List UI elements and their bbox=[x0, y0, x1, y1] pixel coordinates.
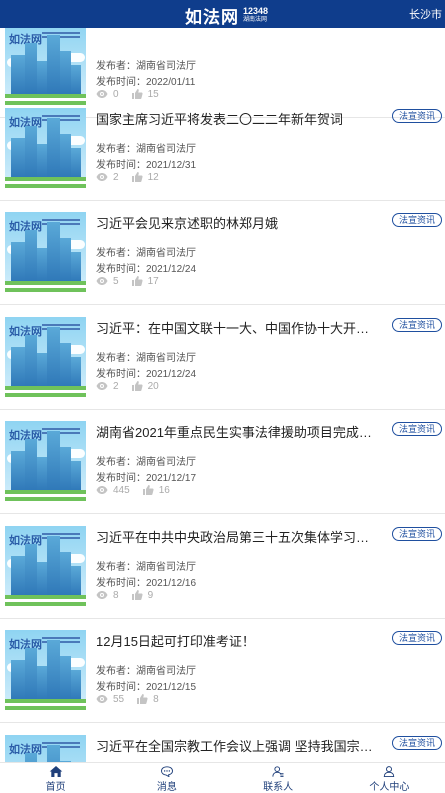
city-selector[interactable]: 长沙市 bbox=[409, 6, 442, 22]
view-icon bbox=[96, 591, 108, 599]
article-title[interactable]: 湖南省2021年重点民生实事法律援助项目完成情况通报 bbox=[96, 422, 380, 441]
article-date: 发布时间：2021/12/31 bbox=[96, 160, 197, 171]
view-icon bbox=[96, 382, 108, 390]
like-count: 20 bbox=[147, 380, 159, 392]
article-stats: 2 20 bbox=[96, 380, 159, 392]
like-count: 9 bbox=[147, 589, 154, 601]
logo-title: 如法网 bbox=[185, 8, 239, 28]
view-icon bbox=[96, 277, 108, 285]
article-thumbnail[interactable]: 如法网 bbox=[5, 317, 86, 397]
view-count: 445 bbox=[113, 484, 130, 496]
site-logo[interactable]: 如法网 12348 湖南法网 bbox=[185, 3, 268, 28]
article-title[interactable]: 12月15日起可打印准考证！ bbox=[96, 631, 380, 650]
contacts-icon bbox=[272, 766, 284, 777]
article-title[interactable]: 习近平在全国宗教工作会议上强调 坚持我国宗教中国化方向 bbox=[96, 736, 380, 755]
article-date: 发布时间：2021/12/17 bbox=[96, 473, 197, 484]
category-tag[interactable]: 法宣资讯 bbox=[391, 631, 442, 645]
category-tag[interactable]: 法宣资讯 bbox=[391, 318, 442, 332]
article-thumbnail[interactable]: 如法网 bbox=[5, 28, 86, 105]
list-item[interactable]: 如法网 习近平会见来京述职的林郑月娥 法宣资讯发布者：湖南省司法厅 发布时间：202… bbox=[0, 201, 445, 305]
user-icon bbox=[384, 766, 395, 777]
logo-hotline: 12348 bbox=[243, 5, 269, 16]
home-icon bbox=[49, 766, 62, 777]
article-thumbnail[interactable]: 如法网 bbox=[5, 421, 86, 501]
article-date: 发布时间：2021/12/15 bbox=[96, 682, 197, 693]
article-stats: 55 8 bbox=[96, 693, 159, 705]
view-icon bbox=[96, 695, 108, 703]
like-icon bbox=[137, 694, 148, 704]
tab-contacts-label: 联系人 bbox=[263, 782, 294, 793]
like-count: 17 bbox=[147, 275, 159, 287]
tab-messages[interactable]: 消息 bbox=[111, 763, 222, 793]
like-icon bbox=[142, 485, 154, 495]
view-count: 8 bbox=[113, 589, 119, 601]
article-stats: 2 12 bbox=[96, 171, 159, 183]
like-count: 8 bbox=[153, 693, 159, 705]
top-header: 如法网 12348 湖南法网 长沙市 bbox=[0, 0, 445, 28]
category-tag[interactable]: 法宣资讯 bbox=[391, 213, 442, 227]
view-count: 5 bbox=[113, 275, 119, 287]
tab-messages-label: 消息 bbox=[156, 782, 177, 793]
view-count: 2 bbox=[113, 171, 119, 183]
list-item[interactable]: 如法网 习近平在全国宗教工作会议上强调 坚持我国宗教中国化方向法宣资讯 bbox=[0, 724, 445, 762]
article-date: 发布时间：2021/12/24 bbox=[96, 369, 197, 380]
article-thumbnail[interactable]: 如法网 bbox=[5, 735, 86, 762]
category-tag[interactable]: 法宣资讯 bbox=[391, 109, 442, 123]
tab-home[interactable]: 首页 bbox=[0, 763, 111, 793]
category-tag[interactable]: 法宣资讯 bbox=[391, 422, 442, 436]
article-publisher: 发布者：湖南省司法厅 bbox=[96, 61, 196, 72]
news-list[interactable]: 如法网 发布者：湖南省司法厅 发布时间：2022/01/11 0 15 如法网 国家主… bbox=[0, 28, 445, 762]
article-thumbnail[interactable]: 如法网 bbox=[5, 212, 86, 292]
message-icon bbox=[160, 766, 173, 777]
article-publisher: 发布者：湖南省司法厅 bbox=[96, 562, 196, 573]
view-icon bbox=[96, 486, 108, 494]
list-item[interactable]: 如法网 习近平：在中国文联十一大、中国作协十大开幕式上的讲话法宣资讯发布者：湖南… bbox=[0, 306, 445, 410]
list-item[interactable]: 如法网 习近平在中共中央政治局第三十五次集体学习时强调 法宣资讯发布者：湖南省司法… bbox=[0, 515, 445, 619]
like-icon bbox=[131, 276, 143, 286]
list-item[interactable]: 如法网 12月15日起可打印准考证！ 法宣资讯发布者：湖南省司法厅 发布时间：202… bbox=[0, 619, 445, 723]
article-stats: 445 16 bbox=[96, 484, 170, 496]
tab-profile[interactable]: 个人中心 bbox=[334, 763, 445, 793]
article-publisher: 发布者：湖南省司法厅 bbox=[96, 248, 196, 259]
article-publisher: 发布者：湖南省司法厅 bbox=[96, 666, 196, 677]
bottom-tab-bar: 首页 消息 联系人 个人中心 bbox=[0, 762, 445, 793]
category-tag[interactable]: 法宣资讯 bbox=[391, 527, 442, 541]
like-count: 16 bbox=[158, 484, 170, 496]
article-thumbnail[interactable]: 如法网 bbox=[5, 526, 86, 606]
article-title[interactable]: 习近平会见来京述职的林郑月娥 bbox=[96, 213, 380, 232]
like-icon bbox=[131, 590, 143, 600]
article-publisher: 发布者：湖南省司法厅 bbox=[96, 353, 196, 364]
category-tag[interactable]: 法宣资讯 bbox=[391, 736, 442, 750]
tab-contacts[interactable]: 联系人 bbox=[223, 763, 334, 793]
article-title[interactable]: 习近平：在中国文联十一大、中国作协十大开幕式上的讲话 bbox=[96, 318, 380, 337]
article-publisher: 发布者：湖南省司法厅 bbox=[96, 144, 196, 155]
logo-tag: 湖南法网 bbox=[243, 16, 268, 23]
article-thumbnail[interactable]: 如法网 bbox=[5, 630, 86, 710]
article-date: 发布时间：2021/12/16 bbox=[96, 578, 197, 589]
like-icon bbox=[131, 381, 143, 391]
article-thumbnail[interactable]: 如法网 bbox=[5, 108, 86, 188]
tab-home-label: 首页 bbox=[45, 782, 66, 793]
view-count: 2 bbox=[113, 380, 119, 392]
list-item[interactable]: 如法网 国家主席习近平将发表二〇二二年新年贺词 法宣资讯发布者：湖南省司法厅 发布时… bbox=[0, 97, 445, 201]
article-stats: 89 bbox=[96, 589, 153, 601]
article-title[interactable]: 国家主席习近平将发表二〇二二年新年贺词 bbox=[96, 109, 380, 128]
tab-profile-label: 个人中心 bbox=[369, 782, 410, 793]
like-icon bbox=[131, 172, 143, 182]
article-stats: 5 17 bbox=[96, 275, 159, 287]
article-publisher: 发布者：湖南省司法厅 bbox=[96, 457, 196, 468]
view-count: 55 bbox=[113, 693, 125, 705]
article-date: 发布时间：2021/12/24 bbox=[96, 264, 197, 275]
view-icon bbox=[96, 173, 108, 181]
article-date: 发布时间：2022/01/11 bbox=[96, 77, 196, 88]
like-count: 12 bbox=[147, 171, 159, 183]
article-title[interactable]: 习近平在中共中央政治局第三十五次集体学习时强调 bbox=[96, 527, 380, 546]
list-item[interactable]: 如法网 湖南省2021年重点民生实事法律援助项目完成情况通报 法宣资讯发布者：湖南… bbox=[0, 410, 445, 514]
